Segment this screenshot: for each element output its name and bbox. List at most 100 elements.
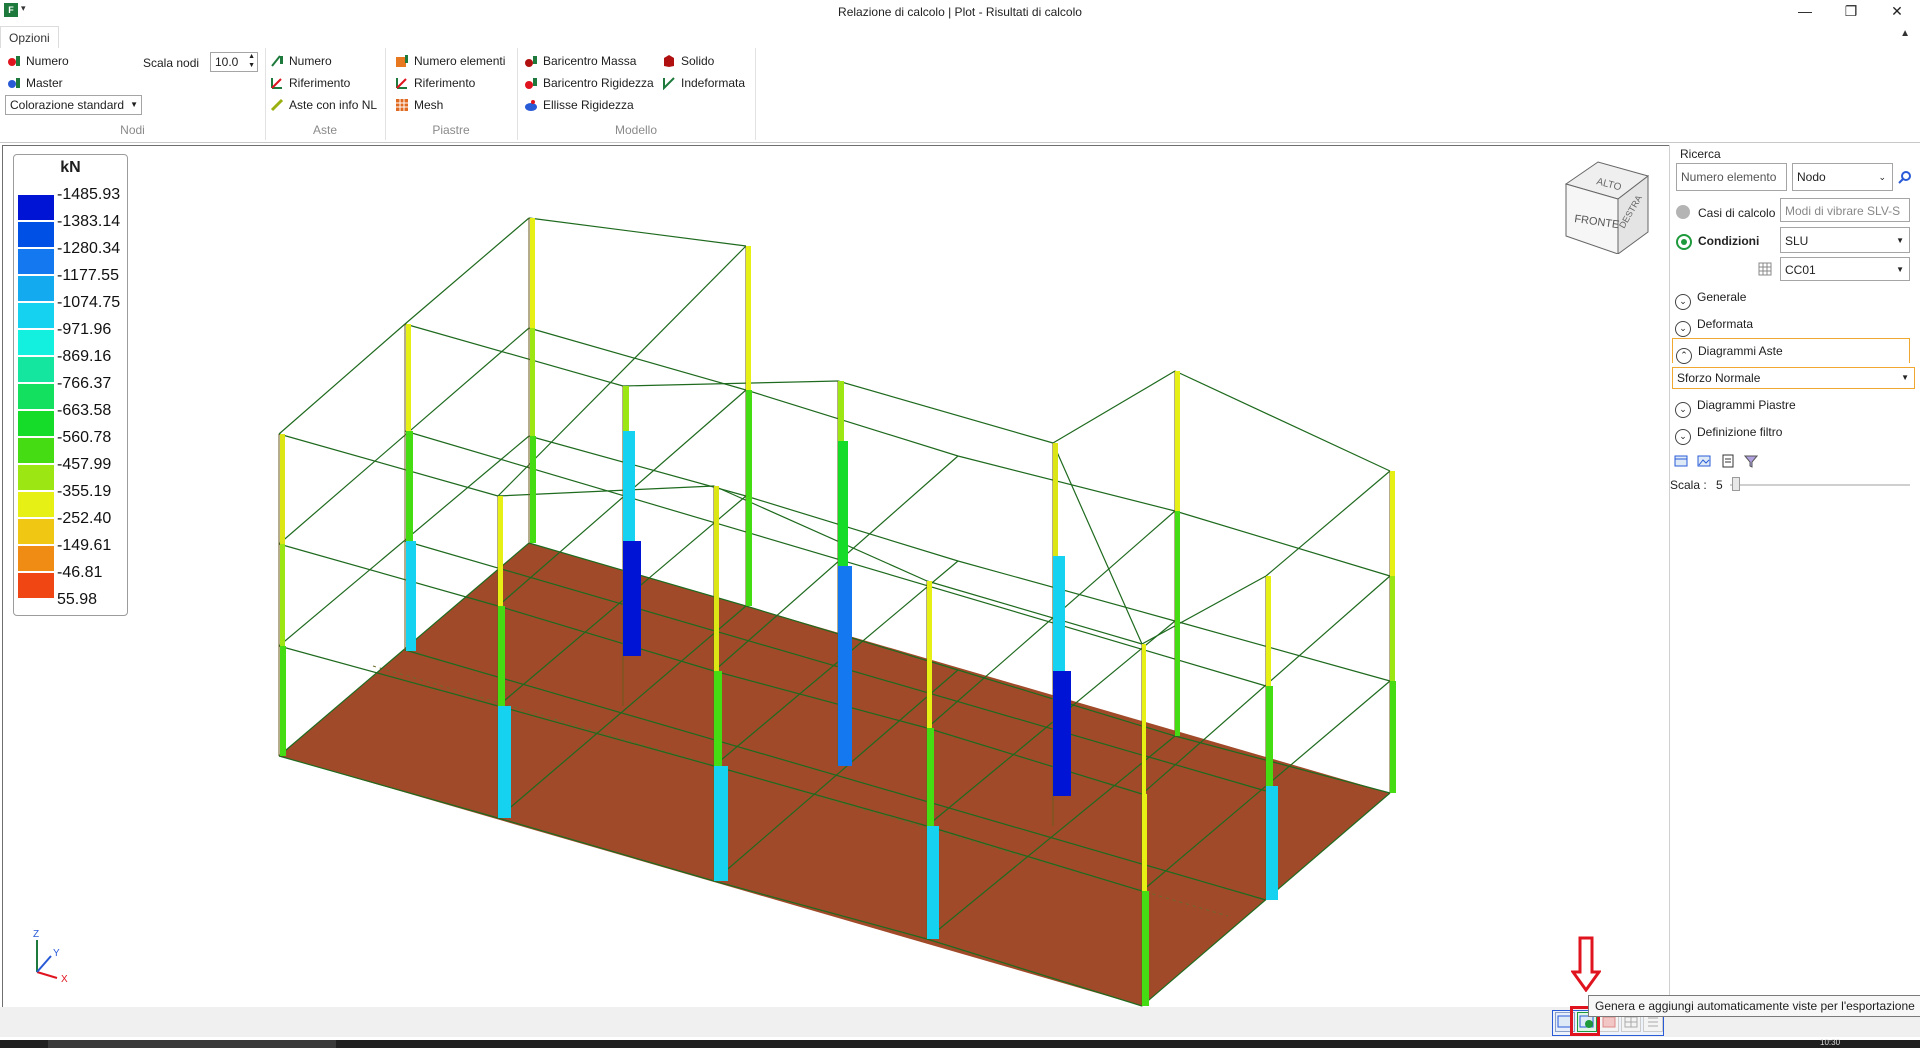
group-modello: Baricentro Massa Baricentro Rigidezza El… bbox=[517, 48, 756, 140]
legend-value: -46.81 bbox=[57, 564, 103, 581]
filter-icon[interactable] bbox=[1743, 454, 1759, 468]
undeformed-icon bbox=[663, 77, 675, 90]
legend-swatch bbox=[18, 330, 54, 355]
definizione-filtro-label: Definizione filtro bbox=[1697, 425, 1783, 439]
export-dxf-icon[interactable] bbox=[1721, 454, 1735, 468]
table-icon[interactable] bbox=[1758, 262, 1772, 276]
diagramma-tipo-select[interactable]: Sforzo Normale ▼ bbox=[1672, 367, 1915, 389]
tab-opzioni[interactable]: Opzioni bbox=[0, 26, 59, 50]
combinazione-value: CC01 bbox=[1785, 263, 1816, 277]
restore-button[interactable]: ❐ bbox=[1828, 0, 1874, 24]
colorazione-select[interactable]: Colorazione standard ▼ bbox=[5, 95, 142, 115]
piastre-numero-toggle[interactable]: Numero elementi bbox=[395, 52, 505, 70]
beam-number-icon bbox=[271, 55, 283, 67]
numero-elemento-placeholder: Numero elemento bbox=[1681, 170, 1777, 184]
nodi-master-toggle[interactable]: Master bbox=[7, 74, 63, 92]
search-icon[interactable] bbox=[1898, 170, 1912, 184]
legend-swatch bbox=[18, 519, 54, 544]
legend-swatch bbox=[18, 573, 54, 598]
condizioni-radio[interactable] bbox=[1676, 234, 1692, 250]
legend-value: -1485.93 bbox=[57, 186, 121, 203]
legend-swatch bbox=[18, 195, 54, 220]
model-viewport[interactable]: kN -1485.93 -1383.14 -1280.34 -1177.55 -1074… bbox=[2, 145, 1670, 1009]
legend-value: -560.78 bbox=[57, 429, 112, 446]
tipo-ricerca-select[interactable]: Nodo ⌄ bbox=[1792, 163, 1893, 191]
ribbon: Numero Master Colorazione standard ▼ Sca… bbox=[0, 48, 1920, 143]
nodi-master-label: Master bbox=[26, 76, 63, 90]
scala-slider-track[interactable] bbox=[1730, 484, 1910, 486]
nodi-numero-toggle[interactable]: Numero bbox=[7, 52, 69, 70]
ribbon-tabs: Opzioni bbox=[0, 24, 1920, 50]
scala-value: 5 bbox=[1716, 478, 1723, 492]
plate-reference-icon bbox=[396, 78, 407, 89]
minimize-button[interactable]: — bbox=[1782, 0, 1828, 24]
baricentro-massa-label: Baricentro Massa bbox=[543, 54, 637, 68]
legend-swatch bbox=[18, 303, 54, 328]
scala-slider-thumb[interactable] bbox=[1732, 477, 1740, 491]
group-title-aste: Aste bbox=[312, 123, 337, 137]
expander-diagrammi-aste[interactable]: ⌃ Diagrammi Aste bbox=[1672, 338, 1910, 364]
legend-swatch bbox=[18, 438, 54, 463]
expander-definizione-filtro[interactable]: ⌄ Definizione filtro bbox=[1675, 422, 1783, 445]
aste-info-nl-toggle[interactable]: Aste con info NL bbox=[270, 96, 377, 114]
baricentro-massa-toggle[interactable]: Baricentro Massa bbox=[524, 52, 636, 70]
group-aste: Numero Riferimento Aste con info NL Aste bbox=[265, 48, 386, 140]
piastre-riferimento-toggle[interactable]: Riferimento bbox=[395, 74, 475, 92]
taskbar-active-item[interactable] bbox=[48, 1040, 336, 1048]
scala-nodi-value: 10.0 bbox=[215, 55, 239, 69]
export-excel-icon[interactable] bbox=[1674, 454, 1688, 468]
legend-unit: kN bbox=[60, 159, 81, 176]
chevron-down-icon: ⌄ bbox=[1878, 172, 1886, 182]
piastre-mesh-toggle[interactable]: Mesh bbox=[395, 96, 443, 114]
legend-value: -869.16 bbox=[57, 348, 112, 365]
legend-value: 55.98 bbox=[57, 591, 98, 608]
structure-3d-drawing[interactable] bbox=[3, 146, 1669, 1008]
expander-diagrammi-piastre[interactable]: ⌄ Diagrammi Piastre bbox=[1675, 395, 1796, 418]
numero-elemento-input[interactable]: Numero elemento bbox=[1676, 163, 1787, 191]
combinazione-select[interactable]: CC01 ▼ bbox=[1780, 257, 1910, 281]
expander-deformata[interactable]: ⌄ Deformata bbox=[1675, 314, 1753, 337]
condizioni-select[interactable]: SLU ▼ bbox=[1780, 227, 1910, 253]
chevron-down-icon: ▼ bbox=[1896, 236, 1904, 245]
spinner-arrows-icon[interactable]: ▲ ▼ bbox=[248, 52, 255, 70]
ellisse-rigidezza-toggle[interactable]: Ellisse Rigidezza bbox=[524, 96, 634, 114]
legend-swatch bbox=[18, 546, 54, 571]
legend-swatch bbox=[18, 384, 54, 409]
title-bar: F ▾ Relazione di calcolo | Plot - Risult… bbox=[0, 0, 1920, 24]
ellipse-icon bbox=[525, 100, 537, 111]
expander-generale[interactable]: ⌄ Generale bbox=[1675, 287, 1746, 310]
legend-value: -1280.34 bbox=[57, 240, 121, 257]
export-image-icon[interactable] bbox=[1697, 454, 1711, 468]
legend-value: -252.40 bbox=[57, 510, 112, 527]
chevron-down-icon: ▼ bbox=[1901, 373, 1909, 382]
solido-toggle[interactable]: Solido bbox=[662, 52, 714, 70]
solid-icon bbox=[664, 55, 674, 67]
legend-swatch bbox=[18, 249, 54, 274]
axis-triad: Z Y X bbox=[33, 929, 68, 985]
scala-nodi-label: Scala nodi bbox=[143, 56, 200, 70]
casi-radio[interactable] bbox=[1676, 205, 1690, 219]
view-cube[interactable]: ALTO FRONTE DESTRA bbox=[1558, 154, 1658, 254]
legend-swatch bbox=[18, 357, 54, 382]
group-title-piastre: Piastre bbox=[432, 123, 470, 137]
casi-select[interactable]: Modi di vibrare SLV-S bbox=[1780, 198, 1910, 222]
annotation-arrow-icon bbox=[1571, 936, 1601, 992]
scala-nodi-stepper[interactable]: 10.0 ▲ ▼ bbox=[210, 52, 258, 72]
tipo-ricerca-value: Nodo bbox=[1797, 170, 1826, 184]
axis-y-label: Y bbox=[53, 948, 60, 959]
baricentro-rigidezza-toggle[interactable]: Baricentro Rigidezza bbox=[524, 74, 654, 92]
indeformata-toggle[interactable]: Indeformata bbox=[662, 74, 745, 92]
right-panel: Ricerca Numero elemento Nodo ⌄ Casi di c… bbox=[1669, 145, 1920, 1007]
diagramma-tipo-value: Sforzo Normale bbox=[1677, 371, 1761, 385]
ribbon-collapse-icon[interactable]: ▲ bbox=[1900, 28, 1910, 39]
color-legend: kN -1485.93 -1383.14 -1280.34 -1177.55 -1074… bbox=[13, 154, 128, 616]
aste-numero-label: Numero bbox=[289, 54, 332, 68]
close-button[interactable]: ✕ bbox=[1874, 0, 1920, 24]
aste-info-nl-label: Aste con info NL bbox=[289, 98, 378, 112]
group-nodi: Numero Master Colorazione standard ▼ Sca… bbox=[0, 48, 266, 140]
aste-riferimento-toggle[interactable]: Riferimento bbox=[270, 74, 350, 92]
legend-swatch bbox=[18, 411, 54, 436]
aste-numero-toggle[interactable]: Numero bbox=[270, 52, 332, 70]
legend-value: -355.19 bbox=[57, 483, 112, 500]
legend-value: -149.61 bbox=[57, 537, 112, 554]
